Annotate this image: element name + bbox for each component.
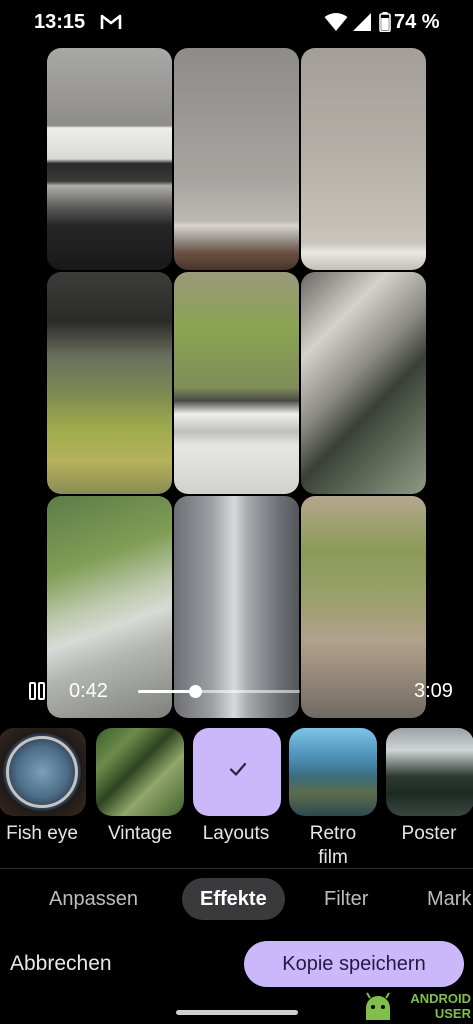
effect-label: Retro film: [309, 823, 357, 868]
navigation-handle[interactable]: [176, 1010, 298, 1015]
pause-icon[interactable]: [28, 682, 46, 700]
status-time: 13:15: [34, 11, 86, 33]
tab-markup[interactable]: Mark: [427, 878, 471, 920]
watermark-text: ANDROID USER: [400, 991, 473, 1021]
collage-tile: [174, 48, 299, 270]
seek-thumb[interactable]: [188, 685, 202, 698]
current-time: 0:42: [69, 680, 108, 702]
editor-tabs[interactable]: Anpassen Effekte Filter Mark: [0, 878, 473, 922]
seek-progress: [138, 690, 195, 693]
collage-tile: [47, 272, 172, 494]
status-bar: 13:15 74 %: [0, 0, 473, 46]
collage-tile: [47, 48, 172, 270]
effect-label: Layouts: [202, 823, 270, 844]
fisheye-lens-icon: [6, 736, 78, 808]
tab-filter[interactable]: Filter: [324, 878, 368, 920]
effect-thumbnail: [289, 728, 377, 816]
collage-tile: [174, 272, 299, 494]
collage-tile: [301, 496, 426, 718]
effect-label: Fish eye: [6, 823, 78, 844]
android-logo-icon: [366, 992, 390, 1020]
tab-anpassen[interactable]: Anpassen: [49, 878, 138, 920]
seek-bar[interactable]: [138, 678, 300, 704]
effect-thumbnail: [96, 728, 184, 816]
signal-icon: [353, 13, 371, 31]
save-copy-button[interactable]: Kopie speichern: [244, 941, 464, 987]
watermark-line: ANDROID: [410, 991, 471, 1006]
effect-thumbnail-selected: [193, 728, 281, 816]
gmail-icon: [100, 14, 122, 29]
effect-label: Poster: [401, 823, 457, 844]
divider: [0, 868, 473, 869]
effect-thumbnail: [386, 728, 473, 816]
collage-tile: [301, 48, 426, 270]
battery-icon: [379, 12, 391, 32]
effect-thumbnail: [0, 728, 86, 816]
checkmark-icon: [229, 762, 247, 776]
effect-label: Vintage: [107, 823, 173, 844]
collage-tile: [301, 272, 426, 494]
layout-collage-preview[interactable]: [47, 48, 426, 718]
effects-carousel[interactable]: Fish eye Vintage Layouts Retro film Post…: [0, 728, 473, 868]
wifi-icon: [324, 13, 348, 31]
battery-percentage: 74 %: [394, 11, 440, 33]
tab-effekte[interactable]: Effekte: [182, 878, 285, 920]
watermark-line: USER: [434, 1006, 471, 1021]
cancel-button[interactable]: Abbrechen: [10, 952, 112, 976]
total-time: 3:09: [414, 680, 453, 702]
